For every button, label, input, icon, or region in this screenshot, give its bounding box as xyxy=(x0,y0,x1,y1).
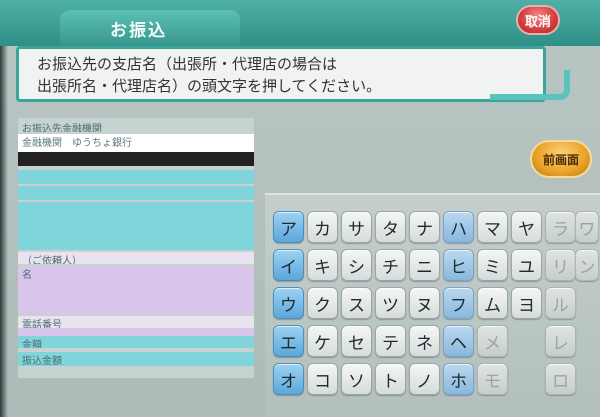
key-he[interactable]: ヘ xyxy=(443,325,474,357)
key-chi[interactable]: チ xyxy=(375,249,406,281)
key-ru[interactable]: ル xyxy=(545,287,576,319)
info-row-bank-label: お振込先金融機関 xyxy=(18,120,254,132)
key-yu[interactable]: ユ xyxy=(511,249,542,281)
info-row-phone-label: 電話番号 xyxy=(18,316,254,328)
key-i[interactable]: イ xyxy=(273,249,304,281)
header-bar: お振込 xyxy=(0,0,600,46)
key-te[interactable]: テ xyxy=(375,325,406,357)
key-na[interactable]: ナ xyxy=(409,211,440,243)
key-yo[interactable]: ヨ xyxy=(511,287,542,319)
info-row-amount-label: 金額 xyxy=(18,336,254,348)
key-so[interactable]: ソ xyxy=(341,363,372,395)
key-ya[interactable]: ヤ xyxy=(511,211,542,243)
info-row-type xyxy=(18,170,254,184)
key-ka[interactable]: カ xyxy=(307,211,338,243)
key-to[interactable]: ト xyxy=(375,363,406,395)
cancel-button[interactable]: 取消 xyxy=(516,5,560,35)
key-shi[interactable]: シ xyxy=(341,249,372,281)
info-row-amount: 振込金額 xyxy=(18,352,254,366)
page-title: お振込 xyxy=(110,21,167,41)
screen-bezel xyxy=(0,0,8,417)
key-ro[interactable]: ロ xyxy=(545,363,576,395)
key-n[interactable]: ン xyxy=(575,249,599,281)
key-me[interactable]: メ xyxy=(477,325,508,357)
key-ra[interactable]: ラ xyxy=(545,211,576,243)
info-row-bank-name: 金融機関 ゆうちょ銀行 xyxy=(18,134,254,152)
key-mi[interactable]: ミ xyxy=(477,249,508,281)
key-ma[interactable]: マ xyxy=(477,211,508,243)
key-ho[interactable]: ホ xyxy=(443,363,474,395)
atm-screen: お振込 取消 お振込先の支店名（出張所・代理店の場合は 出張所名・代理店名）の頭… xyxy=(0,0,600,417)
info-row-account xyxy=(18,186,254,200)
instruction-accent xyxy=(490,70,570,100)
key-sa[interactable]: サ xyxy=(341,211,372,243)
key-hi[interactable]: ヒ xyxy=(443,249,474,281)
key-ke[interactable]: ケ xyxy=(307,325,338,357)
instruction-line-2: 出張所名・代理店名）の頭文字を押してください。 xyxy=(37,77,382,95)
key-ri[interactable]: リ xyxy=(545,249,576,281)
key-ne[interactable]: ネ xyxy=(409,325,440,357)
info-row-requester-name: 名 xyxy=(18,266,254,314)
key-no[interactable]: ノ xyxy=(409,363,440,395)
key-mo[interactable]: モ xyxy=(477,363,508,395)
key-tsu[interactable]: ツ xyxy=(375,287,406,319)
key-su[interactable]: ス xyxy=(341,287,372,319)
key-ha[interactable]: ハ xyxy=(443,211,474,243)
key-ko[interactable]: コ xyxy=(307,363,338,395)
key-se[interactable]: セ xyxy=(341,325,372,357)
info-row-requester-label: （ご依頼人） xyxy=(18,252,254,264)
key-u[interactable]: ウ xyxy=(273,287,304,319)
key-a[interactable]: ア xyxy=(273,211,304,243)
key-o[interactable]: オ xyxy=(273,363,304,395)
key-ki[interactable]: キ xyxy=(307,249,338,281)
key-re[interactable]: レ xyxy=(545,325,576,357)
previous-screen-button[interactable]: 前画面 xyxy=(530,140,592,178)
instruction-box: お振込先の支店名（出張所・代理店の場合は 出張所名・代理店名）の頭文字を押してく… xyxy=(16,46,546,102)
key-fu[interactable]: フ xyxy=(443,287,474,319)
info-row-branch xyxy=(18,152,254,166)
key-wa[interactable]: ワ xyxy=(575,211,599,243)
info-row-recipient xyxy=(18,202,254,250)
key-ni[interactable]: ニ xyxy=(409,249,440,281)
key-mu[interactable]: ム xyxy=(477,287,508,319)
key-nu[interactable]: ヌ xyxy=(409,287,440,319)
transfer-info-panel: お振込先金融機関 金融機関 ゆうちょ銀行 （ご依頼人） 名 電話番号 金額 振込… xyxy=(18,118,254,378)
key-ku[interactable]: ク xyxy=(307,287,338,319)
instruction-line-1: お振込先の支店名（出張所・代理店の場合は xyxy=(37,55,338,73)
key-e[interactable]: エ xyxy=(273,325,304,357)
kana-keyboard: ア カ サ タ ナ ハ マ ヤ ラ ワ イ キ シ チ ニ ヒ ミ ユ リ ン … xyxy=(265,193,600,417)
key-ta[interactable]: タ xyxy=(375,211,406,243)
